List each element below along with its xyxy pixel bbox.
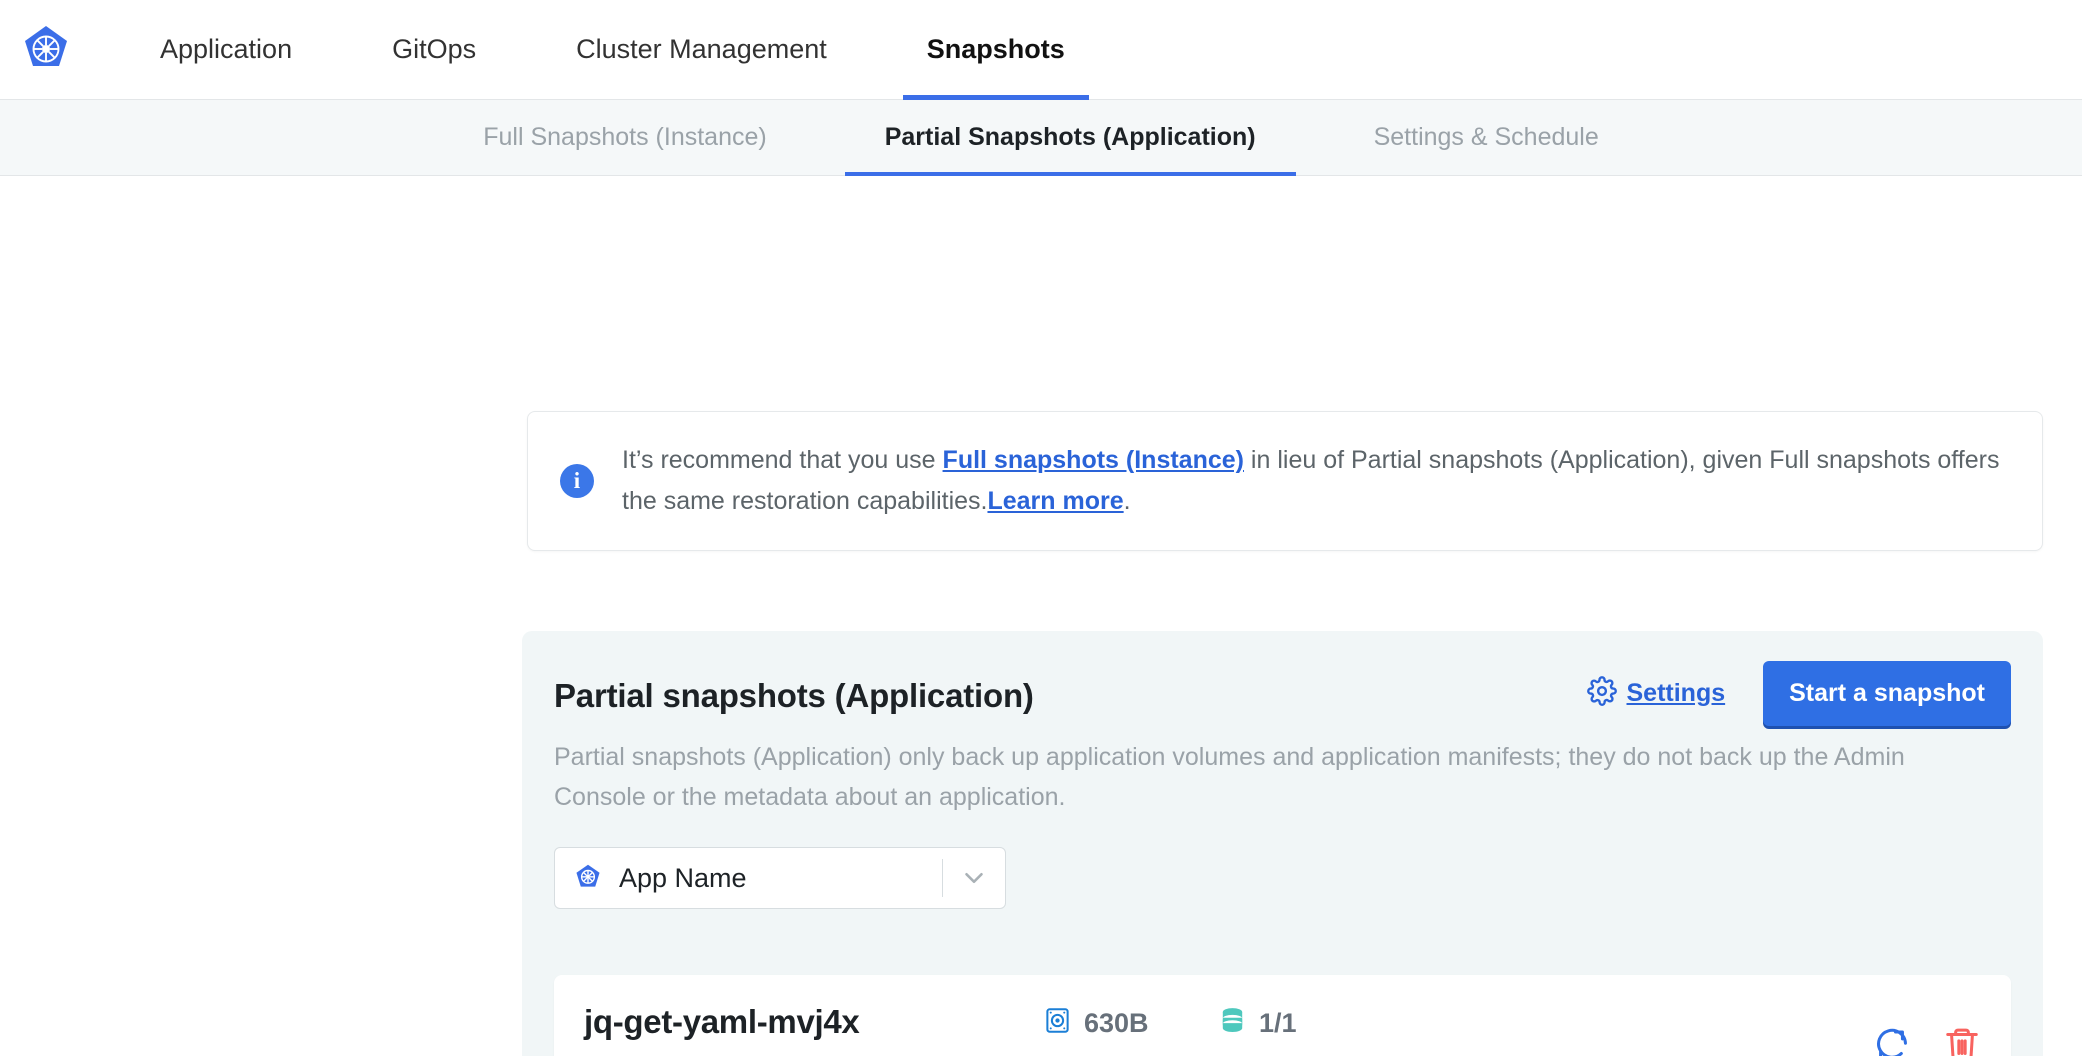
learn-more-link[interactable]: Learn more [987,487,1123,515]
kubernetes-logo-icon [573,863,603,893]
info-banner: i It’s recommend that you use Full snaps… [527,411,2043,551]
sub-navigation-bar: Full Snapshots (Instance) Partial Snapsh… [0,100,2082,176]
info-banner-text: It’s recommend that you use Full snapsho… [622,440,2002,522]
snapshot-row-actions [1873,1025,1981,1056]
chevron-down-icon[interactable] [943,863,1005,893]
gear-icon [1587,676,1617,711]
disk-icon [1044,1007,1071,1039]
snapshot-volumes-label: 1/1 [1259,1008,1297,1039]
restore-icon[interactable] [1873,1025,1911,1056]
top-navigation-bar: Application GitOps Cluster Management Sn… [0,0,2082,100]
nav-item-cluster-management[interactable]: Cluster Management [552,0,851,100]
page-title: Partial snapshots (Application) [554,677,1034,715]
card-header-actions: Settings Start a snapshot [1587,661,2012,726]
nav-item-label: Snapshots [927,34,1065,65]
kubernetes-logo-icon[interactable] [18,22,74,78]
database-icon [1219,1007,1246,1040]
subnav-item-label: Partial Snapshots (Application) [885,123,1256,152]
snapshot-name: jq-get-yaml-mvj4x [584,1003,859,1041]
card-description: Partial snapshots (Application) only bac… [554,737,1974,817]
app-name-select[interactable]: App Name [554,847,1006,909]
nav-item-label: Application [160,34,292,65]
app-name-select-value: App Name [619,863,942,894]
snapshot-size: 630B [1044,1007,1149,1039]
nav-item-gitops[interactable]: GitOps [368,0,500,100]
info-circle-icon: i [560,464,594,498]
subnav-item-full-snapshots[interactable]: Full Snapshots (Instance) [443,100,806,176]
subnav-item-partial-snapshots[interactable]: Partial Snapshots (Application) [845,100,1296,176]
snapshot-row[interactable]: jq-get-yaml-mvj4x Feb 9 2023 @ 09:18 am … [554,975,2011,1056]
settings-label: Settings [1627,679,1726,708]
top-nav-items: Application GitOps Cluster Management Sn… [136,0,1089,100]
card-header: Partial snapshots (Application) Settings… [554,631,2011,723]
subnav-item-label: Full Snapshots (Instance) [483,123,766,152]
snapshot-size-label: 630B [1084,1008,1149,1039]
subnav-item-settings-schedule[interactable]: Settings & Schedule [1334,100,1639,176]
nav-item-label: GitOps [392,34,476,65]
partial-snapshots-card: Partial snapshots (Application) Settings… [522,631,2043,1056]
nav-item-snapshots[interactable]: Snapshots [903,0,1089,100]
snapshot-volumes: 1/1 [1219,1007,1297,1040]
nav-item-label: Cluster Management [576,34,827,65]
start-a-snapshot-button[interactable]: Start a snapshot [1763,661,2011,726]
settings-button[interactable]: Settings [1587,676,1726,711]
info-text-part-3: . [1124,487,1131,515]
info-text-part-1: It’s recommend that you use [622,446,943,474]
full-snapshots-link[interactable]: Full snapshots (Instance) [943,446,1244,474]
trash-icon[interactable] [1943,1025,1981,1056]
subnav-item-label: Settings & Schedule [1374,123,1599,152]
nav-item-application[interactable]: Application [136,0,316,100]
